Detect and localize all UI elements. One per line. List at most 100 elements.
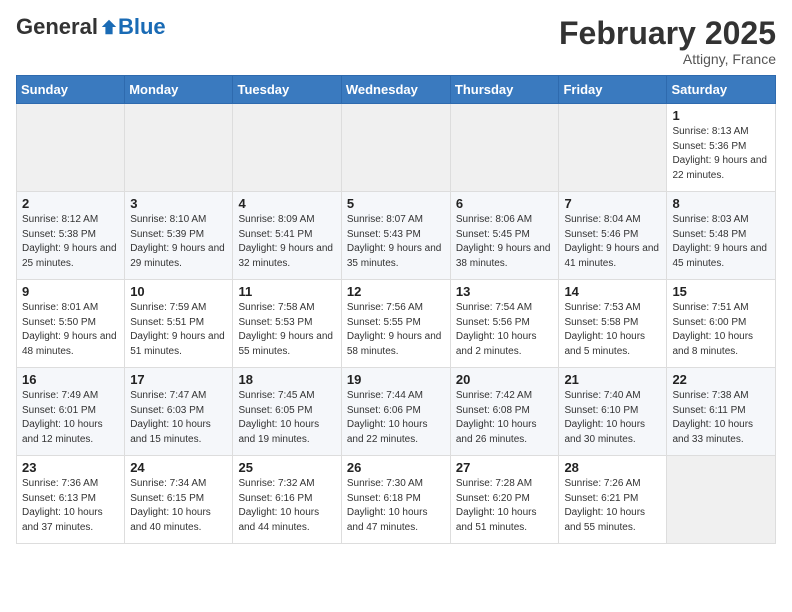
day-detail: Sunrise: 7:34 AM Sunset: 6:15 PM Dayligh…	[130, 477, 227, 535]
day-number: 18	[238, 372, 335, 387]
day-detail: Sunrise: 8:06 AM Sunset: 5:45 PM Dayligh…	[456, 213, 554, 271]
day-number: 16	[22, 372, 119, 387]
day-detail: Sunrise: 7:53 AM Sunset: 5:58 PM Dayligh…	[564, 301, 661, 359]
day-detail: Sunrise: 7:47 AM Sunset: 6:03 PM Dayligh…	[130, 389, 227, 447]
calendar-cell: 25 Sunrise: 7:32 AM Sunset: 6:16 PM Dayli…	[233, 456, 341, 544]
day-number: 25	[238, 460, 335, 475]
day-number: 21	[564, 372, 661, 387]
day-detail: Sunrise: 7:26 AM Sunset: 6:21 PM Dayligh…	[564, 477, 661, 535]
weekday-header-saturday: Saturday	[667, 76, 776, 104]
week-row-4: 16Sunrise: 7:49 AM Sunset: 6:01 PM Dayli…	[17, 368, 776, 456]
weekday-header-monday: Monday	[125, 76, 233, 104]
day-number: 14	[564, 284, 661, 299]
calendar-cell: 22 Sunrise: 7:38 AM Sunset: 6:11 PM Dayli…	[667, 368, 776, 456]
day-number: 12	[347, 284, 445, 299]
day-number: 2	[22, 196, 119, 211]
week-row-1: 1 Sunrise: 8:13 AM Sunset: 5:36 PM Daylig…	[17, 104, 776, 192]
calendar-cell: 1 Sunrise: 8:13 AM Sunset: 5:36 PM Daylig…	[667, 104, 776, 192]
day-detail: Sunrise: 7:28 AM Sunset: 6:20 PM Dayligh…	[456, 477, 554, 535]
calendar-cell	[233, 104, 341, 192]
day-detail: Sunrise: 7:40 AM Sunset: 6:10 PM Dayligh…	[564, 389, 661, 447]
day-number: 9	[22, 284, 119, 299]
calendar-cell: 16Sunrise: 7:49 AM Sunset: 6:01 PM Dayli…	[17, 368, 125, 456]
day-detail: Sunrise: 7:32 AM Sunset: 6:16 PM Dayligh…	[238, 477, 335, 535]
day-detail: Sunrise: 8:10 AM Sunset: 5:39 PM Dayligh…	[130, 213, 227, 271]
day-number: 19	[347, 372, 445, 387]
day-number: 8	[672, 196, 770, 211]
day-number: 22	[672, 372, 770, 387]
day-detail: Sunrise: 7:45 AM Sunset: 6:05 PM Dayligh…	[238, 389, 335, 447]
weekday-header-thursday: Thursday	[450, 76, 559, 104]
calendar-cell: 14 Sunrise: 7:53 AM Sunset: 5:58 PM Dayli…	[559, 280, 667, 368]
day-detail: Sunrise: 8:03 AM Sunset: 5:48 PM Dayligh…	[672, 213, 770, 271]
day-number: 13	[456, 284, 554, 299]
week-row-5: 23 Sunrise: 7:36 AM Sunset: 6:13 PM Dayli…	[17, 456, 776, 544]
calendar-cell: 20Sunrise: 7:42 AM Sunset: 6:08 PM Dayli…	[450, 368, 559, 456]
day-detail: Sunrise: 7:44 AM Sunset: 6:06 PM Dayligh…	[347, 389, 445, 447]
day-detail: Sunrise: 7:38 AM Sunset: 6:11 PM Dayligh…	[672, 389, 770, 447]
calendar-cell: 21 Sunrise: 7:40 AM Sunset: 6:10 PM Dayli…	[559, 368, 667, 456]
weekday-header-sunday: Sunday	[17, 76, 125, 104]
calendar-cell: 3 Sunrise: 8:10 AM Sunset: 5:39 PM Daylig…	[125, 192, 233, 280]
calendar-cell: 13Sunrise: 7:54 AM Sunset: 5:56 PM Dayli…	[450, 280, 559, 368]
day-number: 11	[238, 284, 335, 299]
calendar-cell	[559, 104, 667, 192]
day-number: 26	[347, 460, 445, 475]
day-number: 4	[238, 196, 335, 211]
day-detail: Sunrise: 7:56 AM Sunset: 5:55 PM Dayligh…	[347, 301, 445, 359]
calendar-cell: 7 Sunrise: 8:04 AM Sunset: 5:46 PM Daylig…	[559, 192, 667, 280]
calendar-cell: 19 Sunrise: 7:44 AM Sunset: 6:06 PM Dayli…	[341, 368, 450, 456]
day-number: 3	[130, 196, 227, 211]
day-detail: Sunrise: 8:09 AM Sunset: 5:41 PM Dayligh…	[238, 213, 335, 271]
day-number: 7	[564, 196, 661, 211]
calendar-cell: 9 Sunrise: 8:01 AM Sunset: 5:50 PM Daylig…	[17, 280, 125, 368]
week-row-3: 9 Sunrise: 8:01 AM Sunset: 5:50 PM Daylig…	[17, 280, 776, 368]
calendar-cell	[450, 104, 559, 192]
day-detail: Sunrise: 8:04 AM Sunset: 5:46 PM Dayligh…	[564, 213, 661, 271]
location-subtitle: Attigny, France	[559, 51, 776, 67]
calendar-cell: 28 Sunrise: 7:26 AM Sunset: 6:21 PM Dayli…	[559, 456, 667, 544]
calendar-cell: 6 Sunrise: 8:06 AM Sunset: 5:45 PM Daylig…	[450, 192, 559, 280]
day-detail: Sunrise: 7:36 AM Sunset: 6:13 PM Dayligh…	[22, 477, 119, 535]
calendar-cell: 27 Sunrise: 7:28 AM Sunset: 6:20 PM Dayli…	[450, 456, 559, 544]
day-detail: Sunrise: 7:59 AM Sunset: 5:51 PM Dayligh…	[130, 301, 227, 359]
calendar-cell: 8 Sunrise: 8:03 AM Sunset: 5:48 PM Daylig…	[667, 192, 776, 280]
day-detail: Sunrise: 8:07 AM Sunset: 5:43 PM Dayligh…	[347, 213, 445, 271]
calendar-cell: 2Sunrise: 8:12 AM Sunset: 5:38 PM Daylig…	[17, 192, 125, 280]
calendar-cell: 12 Sunrise: 7:56 AM Sunset: 5:55 PM Dayli…	[341, 280, 450, 368]
calendar-cell: 5 Sunrise: 8:07 AM Sunset: 5:43 PM Daylig…	[341, 192, 450, 280]
day-detail: Sunrise: 8:01 AM Sunset: 5:50 PM Dayligh…	[22, 301, 119, 359]
day-number: 28	[564, 460, 661, 475]
calendar-cell: 10Sunrise: 7:59 AM Sunset: 5:51 PM Dayli…	[125, 280, 233, 368]
day-detail: Sunrise: 7:51 AM Sunset: 6:00 PM Dayligh…	[672, 301, 770, 359]
day-number: 1	[672, 108, 770, 123]
calendar-cell: 17 Sunrise: 7:47 AM Sunset: 6:03 PM Dayli…	[125, 368, 233, 456]
day-number: 5	[347, 196, 445, 211]
calendar-cell	[17, 104, 125, 192]
title-area: February 2025 Attigny, France	[559, 16, 776, 67]
day-number: 23	[22, 460, 119, 475]
logo-icon	[100, 18, 118, 36]
day-number: 15	[672, 284, 770, 299]
calendar-cell	[125, 104, 233, 192]
logo-general-text: General	[16, 16, 98, 38]
calendar-cell: 24 Sunrise: 7:34 AM Sunset: 6:15 PM Dayli…	[125, 456, 233, 544]
calendar-cell	[667, 456, 776, 544]
calendar-cell: 15 Sunrise: 7:51 AM Sunset: 6:00 PM Dayli…	[667, 280, 776, 368]
day-detail: Sunrise: 7:42 AM Sunset: 6:08 PM Dayligh…	[456, 389, 554, 447]
logo-blue-text: Blue	[118, 16, 166, 38]
calendar-table: SundayMondayTuesdayWednesdayThursdayFrid…	[16, 75, 776, 544]
day-number: 17	[130, 372, 227, 387]
calendar-cell: 18 Sunrise: 7:45 AM Sunset: 6:05 PM Dayli…	[233, 368, 341, 456]
month-title: February 2025	[559, 16, 776, 51]
weekday-header-wednesday: Wednesday	[341, 76, 450, 104]
day-number: 27	[456, 460, 554, 475]
day-number: 6	[456, 196, 554, 211]
day-number: 24	[130, 460, 227, 475]
day-detail: Sunrise: 8:13 AM Sunset: 5:36 PM Dayligh…	[672, 125, 770, 183]
day-detail: Sunrise: 7:30 AM Sunset: 6:18 PM Dayligh…	[347, 477, 445, 535]
calendar-cell: 23 Sunrise: 7:36 AM Sunset: 6:13 PM Dayli…	[17, 456, 125, 544]
logo: General Blue	[16, 16, 166, 38]
calendar-cell: 26 Sunrise: 7:30 AM Sunset: 6:18 PM Dayli…	[341, 456, 450, 544]
page-header: General Blue February 2025 Attigny, Fran…	[16, 16, 776, 67]
